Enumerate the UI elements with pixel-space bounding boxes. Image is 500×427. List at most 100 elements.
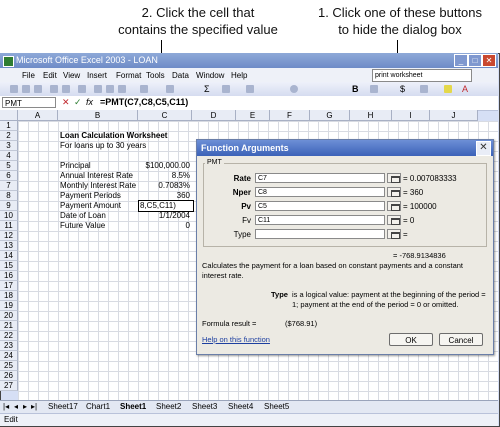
menu-help[interactable]: Help [231,71,247,80]
tab-chart1[interactable]: Chart1 [86,402,110,411]
tab-sheet17[interactable]: Sheet17 [48,402,78,411]
formula-text[interactable]: =PMT(C7,C8,C5,C11) [100,97,188,107]
value-monthly-rate[interactable]: 0.7083% [140,181,190,191]
label-date-of-loan[interactable]: Date of Loan [60,211,106,221]
cut-icon[interactable] [94,85,102,93]
column-header-i[interactable]: I [392,110,430,121]
arg-input-fv[interactable]: C11 [255,215,385,225]
value-annual-rate[interactable]: 8.5% [140,171,190,181]
menu-view[interactable]: View [63,71,80,80]
row-header[interactable]: 2 [0,131,18,141]
chart-wizard-icon[interactable] [246,85,254,93]
cancel-button[interactable]: Cancel [439,333,483,346]
collapse-dialog-type-button[interactable] [387,229,401,239]
menu-format[interactable]: Format [116,71,141,80]
insert-function-icon[interactable]: fx [86,97,93,107]
row-header[interactable]: 4 [0,151,18,161]
tab-sheet5[interactable]: Sheet5 [264,402,289,411]
fill-color-icon[interactable] [444,85,452,93]
row-header[interactable]: 19 [0,301,18,311]
sort-icon[interactable] [222,85,230,93]
ask-question-box[interactable]: print worksheet [372,69,472,82]
enter-icon[interactable]: ✓ [74,97,82,108]
row-header[interactable]: 11 [0,221,18,231]
row-header[interactable]: 9 [0,201,18,211]
column-header-h[interactable]: H [350,110,392,121]
minimize-button[interactable]: _ [454,54,468,67]
row-header[interactable]: 21 [0,321,18,331]
row-header[interactable]: 12 [0,231,18,241]
row-header[interactable]: 25 [0,361,18,371]
menu-tools[interactable]: Tools [146,71,165,80]
print-icon[interactable] [50,85,58,93]
column-header-g[interactable]: G [310,110,350,121]
value-principal[interactable]: $100,000.00 [140,161,191,171]
currency-icon[interactable]: $ [400,84,405,94]
value-date-of-loan[interactable]: 1/1/2004 [140,211,190,221]
open-icon[interactable] [22,85,30,93]
cancel-entry-icon[interactable]: ✕ [62,97,70,108]
row-header[interactable]: 8 [0,191,18,201]
select-all-corner[interactable] [0,110,18,121]
spelling-icon[interactable] [78,85,86,93]
label-principal[interactable]: Principal [60,161,91,171]
column-header-j[interactable]: J [430,110,478,121]
tab-next-icon[interactable]: ▸ [23,402,27,411]
tab-sheet4[interactable]: Sheet4 [228,402,253,411]
row-header[interactable]: 17 [0,281,18,291]
column-header-c[interactable]: C [138,110,192,121]
row-header[interactable]: 3 [0,141,18,151]
column-header-b[interactable]: B [58,110,138,121]
row-header[interactable]: 13 [0,241,18,251]
row-header[interactable]: 18 [0,291,18,301]
label-payment-periods[interactable]: Payment Periods [60,191,121,201]
bold-icon[interactable]: B [352,84,359,94]
label-payment-amount[interactable]: Payment Amount [60,201,121,211]
tab-prev-icon[interactable]: ◂ [14,402,18,411]
arg-input-type[interactable] [255,229,385,239]
menu-file[interactable]: File [22,71,35,80]
font-color-icon[interactable]: A [462,84,468,94]
tab-sheet1[interactable]: Sheet1 [120,402,146,411]
close-window-button[interactable]: ✕ [482,54,496,67]
menu-window[interactable]: Window [196,71,224,80]
row-header[interactable]: 24 [0,351,18,361]
tab-first-icon[interactable]: |◂ [3,402,9,411]
sheet-subtitle[interactable]: For loans up to 30 years [60,141,146,151]
row-header[interactable]: 10 [0,211,18,221]
help-icon[interactable] [290,85,298,93]
save-icon[interactable] [34,85,42,93]
column-header-f[interactable]: F [270,110,310,121]
collapse-dialog-nper-button[interactable] [387,187,401,197]
tab-last-icon[interactable]: ▸| [31,402,37,411]
autosum-icon[interactable]: Σ [204,84,210,94]
column-header-d[interactable]: D [192,110,236,121]
borders-icon[interactable] [420,85,428,93]
row-header[interactable]: 7 [0,181,18,191]
menu-data[interactable]: Data [172,71,189,80]
tab-sheet2[interactable]: Sheet2 [156,402,181,411]
ok-button[interactable]: OK [389,333,433,346]
row-header[interactable]: 1 [0,121,18,131]
tab-sheet3[interactable]: Sheet3 [192,402,217,411]
row-header[interactable]: 16 [0,271,18,281]
arg-input-pv[interactable]: C5 [255,201,385,211]
new-icon[interactable] [10,85,18,93]
value-future-value[interactable]: 0 [140,221,190,231]
sheet-title[interactable]: Loan Calculation Worksheet [60,131,167,141]
align-center-icon[interactable] [370,85,378,93]
arg-input-nper[interactable]: C8 [255,187,385,197]
dialog-close-icon[interactable]: ✕ [476,141,491,156]
arg-input-rate[interactable]: C7 [255,173,385,183]
copy-icon[interactable] [106,85,114,93]
menu-insert[interactable]: Insert [87,71,107,80]
label-monthly-rate[interactable]: Monthly Interest Rate [60,181,136,191]
preview-icon[interactable] [62,85,70,93]
help-link[interactable]: Help on this function [202,335,270,345]
row-header[interactable]: 20 [0,311,18,321]
paste-icon[interactable] [118,85,126,93]
dialog-title-bar[interactable]: Function Arguments ✕ [197,140,493,156]
row-header[interactable]: 6 [0,171,18,181]
collapse-dialog-fv-button[interactable] [387,215,401,225]
menu-edit[interactable]: Edit [43,71,57,80]
